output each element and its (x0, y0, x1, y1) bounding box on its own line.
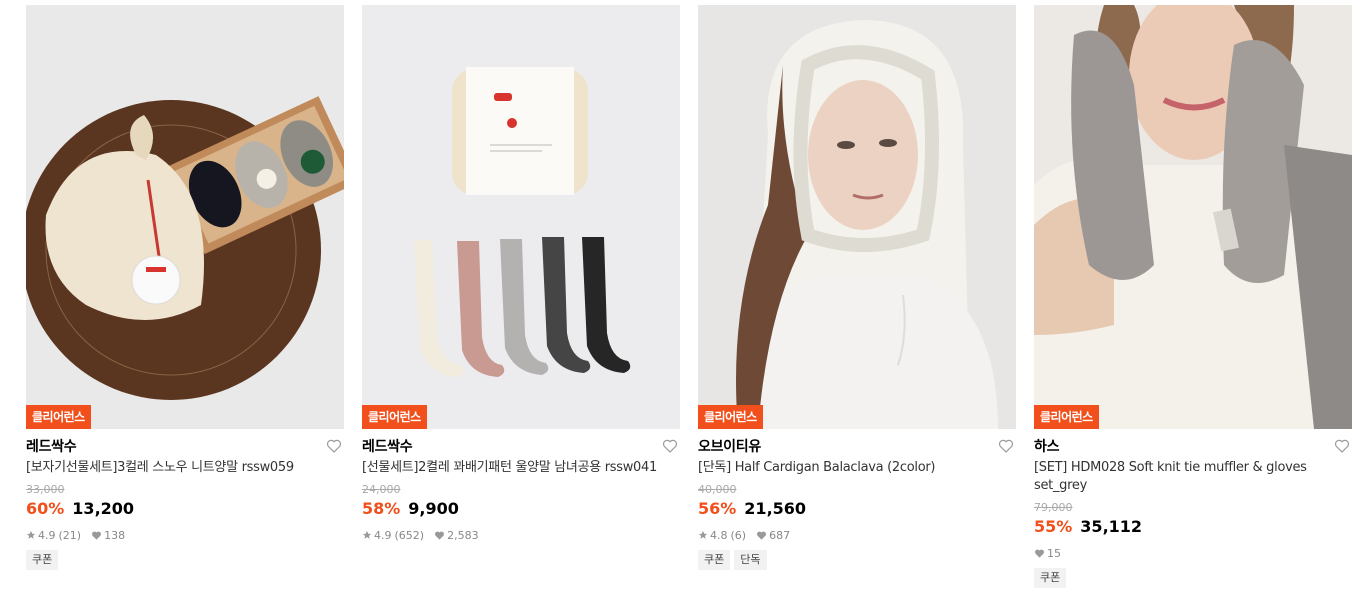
review-count: (652) (394, 528, 425, 542)
review-count: (21) (58, 528, 82, 542)
review-count: (6) (730, 528, 747, 542)
original-price: 40,000 (698, 483, 737, 496)
product-title[interactable]: [단독] Half Cardigan Balaclava (2color) (698, 459, 1016, 477)
rating: 4.9 (374, 528, 392, 542)
clearance-badge: 클리어런스 (698, 405, 763, 429)
product-photo-gift-set (26, 5, 344, 429)
product-image[interactable]: 클리어런스 (698, 5, 1016, 429)
like-icon (757, 531, 767, 540)
product-photo-socks-set (362, 5, 680, 429)
product-image[interactable]: 클리어런스 (26, 5, 344, 429)
product-title[interactable]: [SET] HDM028 Soft knit tie muffler & glo… (1034, 459, 1352, 495)
product-image[interactable]: 클리어런스 (362, 5, 680, 429)
coupon-tag: 쿠폰 (26, 550, 59, 570)
clearance-badge: 클리어런스 (1034, 405, 1099, 429)
clearance-badge: 클리어런스 (26, 405, 91, 429)
discount-rate: 60% (26, 499, 65, 518)
discount-rate: 55% (1034, 517, 1073, 536)
original-price: 33,000 (26, 483, 65, 496)
star-icon (698, 530, 708, 539)
original-price: 24,000 (362, 483, 401, 496)
product-card[interactable]: 클리어런스 레드싹수 [선물세트]2켤레 꽈배기패턴 울양말 남녀공용 rssw… (362, 5, 680, 542)
star-icon (362, 530, 372, 539)
coupon-tag: 쿠폰 (698, 550, 731, 570)
product-meta: 15 (1034, 546, 1352, 560)
clearance-badge: 클리어런스 (362, 405, 427, 429)
heart-icon[interactable] (661, 437, 679, 455)
like-count: 2,583 (447, 528, 479, 542)
heart-icon[interactable] (1333, 437, 1351, 455)
sale-price: 35,112 (1080, 517, 1143, 536)
heart-icon[interactable] (997, 437, 1015, 455)
coupon-tag: 쿠폰 (1034, 568, 1067, 588)
like-icon (435, 531, 445, 540)
product-photo-knit-muffler-gloves (1034, 5, 1352, 429)
brand-name[interactable]: 오브이티유 (698, 436, 761, 456)
product-image[interactable]: 클리어런스 (1034, 5, 1352, 429)
product-meta: 4.8 (6) 687 (698, 528, 1016, 542)
product-title[interactable]: [선물세트]2켤레 꽈배기패턴 울양말 남녀공용 rssw041 (362, 459, 680, 477)
exclusive-tag: 단독 (734, 550, 767, 570)
discount-rate: 56% (698, 499, 737, 518)
sale-price: 9,900 (408, 499, 459, 518)
product-title[interactable]: [보자기선물세트]3컬레 스노우 니트양말 rssw059 (26, 459, 344, 477)
sale-price: 21,560 (744, 499, 807, 518)
rating: 4.8 (710, 528, 728, 542)
product-meta: 4.9 (21) 138 (26, 528, 344, 542)
product-grid: 클리어런스 레드싹수 [보자기선물세트]3컬레 스노우 니트양말 rssw059… (0, 0, 1364, 591)
like-count: 15 (1047, 546, 1061, 560)
like-count: 687 (769, 528, 791, 542)
brand-name[interactable]: 하스 (1034, 436, 1059, 456)
product-card[interactable]: 클리어런스 오브이티유 [단독] Half Cardigan Balaclava… (698, 5, 1016, 570)
like-icon (92, 531, 102, 540)
brand-name[interactable]: 레드싹수 (26, 436, 77, 456)
discount-rate: 58% (362, 499, 401, 518)
like-count: 138 (104, 528, 126, 542)
star-icon (26, 530, 36, 539)
like-icon (1035, 549, 1044, 558)
brand-name[interactable]: 레드싹수 (362, 436, 413, 456)
rating: 4.9 (38, 528, 56, 542)
product-card[interactable]: 클리어런스 하스 [SET] HDM028 Soft knit tie muff… (1034, 5, 1352, 588)
product-meta: 4.9 (652) 2,583 (362, 528, 680, 542)
product-photo-balaclava (698, 5, 1016, 429)
sale-price: 13,200 (72, 499, 135, 518)
original-price: 79,000 (1034, 501, 1073, 514)
product-card[interactable]: 클리어런스 레드싹수 [보자기선물세트]3컬레 스노우 니트양말 rssw059… (26, 5, 344, 570)
heart-icon[interactable] (325, 437, 343, 455)
